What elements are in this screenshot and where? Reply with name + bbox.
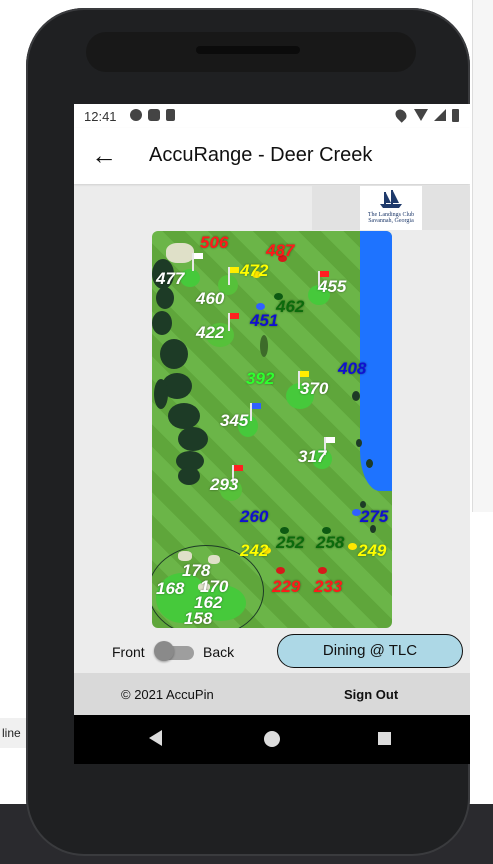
distance-label: 451	[250, 311, 279, 330]
phone-speaker	[196, 46, 300, 54]
distance-label: 392	[246, 369, 275, 388]
distance-label: 233	[314, 577, 343, 596]
signal-icon	[434, 109, 446, 121]
tree	[178, 467, 200, 485]
distance-label: 462	[276, 297, 305, 316]
target-marker	[318, 567, 327, 574]
nav-back-icon[interactable]	[149, 730, 162, 746]
copyright-text: © 2021 AccuPin	[121, 687, 214, 702]
background-window-edge	[472, 0, 493, 512]
club-logo-area: The Landings Club Savannah, Georgia	[312, 186, 470, 230]
arrow-left-icon[interactable]: ←	[88, 140, 120, 172]
range-map[interactable]: 506 487 472 477 460 455 462 451 422 408 …	[152, 231, 392, 628]
target-marker	[256, 303, 265, 310]
distance-label: 260	[240, 507, 269, 526]
bunker	[178, 551, 192, 561]
battery-icon	[452, 109, 459, 122]
tree	[160, 339, 188, 369]
distance-label: 455	[318, 277, 347, 296]
distance-label: 317	[298, 447, 327, 466]
distance-label: 158	[184, 609, 213, 628]
target-marker	[276, 567, 285, 574]
location-icon	[393, 107, 409, 123]
background-line-label: line	[0, 718, 26, 748]
tree	[366, 459, 373, 468]
distance-label: 477	[156, 269, 185, 288]
toggle-knob[interactable]	[154, 641, 174, 661]
distance-label: 249	[358, 541, 387, 560]
tree	[168, 403, 200, 429]
ship-logo-icon	[380, 190, 402, 208]
distance-label: 487	[266, 241, 295, 260]
distance-label: 506	[200, 233, 229, 252]
front-back-toggle[interactable]	[154, 641, 194, 661]
status-notification-icon	[148, 109, 160, 121]
distance-label: 345	[220, 411, 249, 430]
bunker	[166, 243, 194, 263]
distance-label: 229	[272, 577, 301, 596]
tree	[356, 439, 362, 447]
distance-label: 370	[300, 379, 329, 398]
distance-label: 275	[360, 507, 389, 526]
system-nav-bar	[74, 715, 470, 764]
nav-recents-icon[interactable]	[378, 732, 391, 745]
footer: © 2021 AccuPin Sign Out	[74, 673, 470, 715]
status-bar: 12:41	[74, 104, 470, 128]
flag-icon	[192, 253, 203, 271]
wifi-icon	[414, 109, 428, 121]
distance-label: 460	[196, 289, 225, 308]
status-sd-card-icon	[166, 109, 175, 121]
distance-label: 242	[240, 541, 269, 560]
app-screen: 12:41 ← AccuRange - Deer Creek The Landi…	[74, 104, 470, 764]
nav-home-icon[interactable]	[264, 731, 280, 747]
tree	[352, 391, 360, 401]
distance-label: 258	[316, 533, 345, 552]
flag-icon	[228, 313, 239, 331]
tree	[178, 427, 208, 451]
tree	[156, 287, 174, 309]
status-notification-icon	[130, 109, 142, 121]
logo-location: Savannah, Georgia	[368, 218, 414, 224]
status-time: 12:41	[84, 109, 117, 124]
target-marker	[348, 543, 357, 550]
flag-icon	[250, 403, 261, 421]
sign-out-link[interactable]: Sign Out	[344, 687, 398, 702]
back-label: Back	[203, 644, 235, 660]
distance-label: 252	[276, 533, 305, 552]
distance-label: 472	[240, 261, 269, 280]
page-title: AccuRange - Deer Creek	[149, 144, 373, 166]
distance-label: 293	[210, 475, 239, 494]
dining-button[interactable]: Dining @ TLC	[277, 634, 463, 668]
distance-label: 408	[338, 359, 367, 378]
tree	[154, 379, 168, 409]
logo-text: The Landings Club Savannah, Georgia	[360, 212, 422, 224]
flag-icon	[228, 267, 239, 285]
front-label: Front	[112, 644, 145, 660]
tree	[260, 335, 268, 357]
club-logo: The Landings Club Savannah, Georgia	[360, 186, 422, 230]
app-bar: ← AccuRange - Deer Creek	[74, 128, 470, 184]
phone-frame: 12:41 ← AccuRange - Deer Creek The Landi…	[26, 8, 470, 856]
distance-label: 422	[196, 323, 225, 342]
tree	[152, 311, 172, 335]
distance-label: 168	[156, 579, 185, 598]
